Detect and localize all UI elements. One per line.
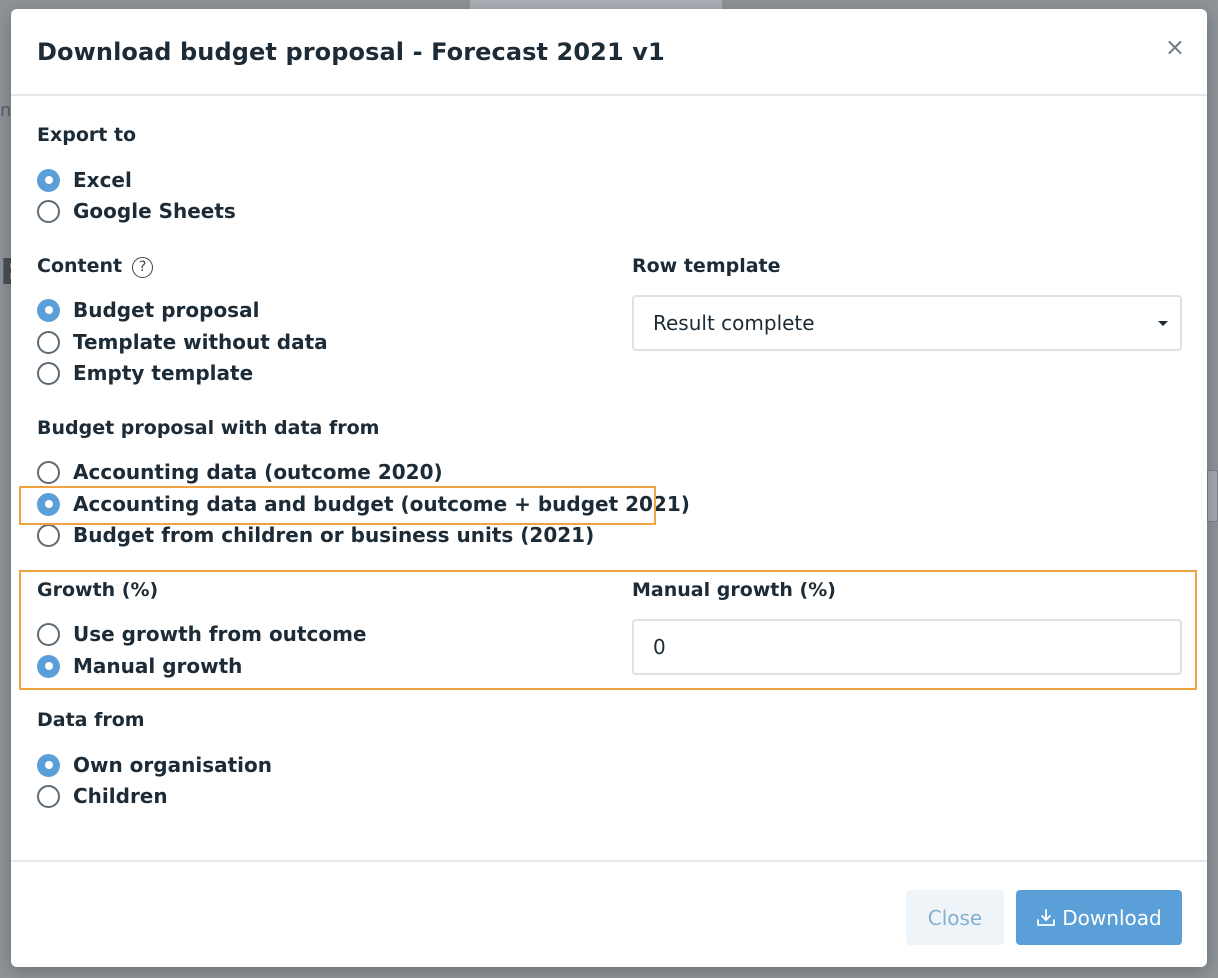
background-panel: [470, 0, 722, 9]
data-from-label: Data from: [37, 709, 145, 731]
manual-growth-input[interactable]: [632, 619, 1182, 675]
radio-button[interactable]: [37, 199, 60, 223]
radio-button-checked[interactable]: [37, 168, 60, 192]
radio-label: Accounting data and budget (outcome + bu…: [73, 492, 690, 516]
radio-data-children[interactable]: Children: [37, 783, 168, 809]
modal-title: Download budget proposal - Forecast 2021…: [37, 38, 665, 66]
radio-content-empty-template[interactable]: Empty template: [37, 360, 253, 386]
radio-source-accounting-and-budget[interactable]: Accounting data and budget (outcome + bu…: [37, 491, 690, 517]
row-template-value: Result complete: [653, 311, 815, 335]
radio-label: Template without data: [73, 330, 328, 354]
radio-content-budget-proposal[interactable]: Budget proposal: [37, 297, 259, 323]
manual-growth-label: Manual growth (%): [632, 579, 836, 601]
radio-button-checked[interactable]: [37, 753, 60, 777]
radio-content-template-without-data[interactable]: Template without data: [37, 329, 328, 355]
radio-label: Excel: [73, 168, 132, 192]
close-button[interactable]: Close: [906, 890, 1004, 945]
radio-label: Use growth from outcome: [73, 622, 367, 646]
data-source-label: Budget proposal with data from: [37, 417, 380, 439]
radio-button-checked[interactable]: [37, 298, 60, 322]
background-tab-fragment: [1207, 470, 1218, 522]
download-button-label: Download: [1062, 905, 1162, 930]
radio-source-children-budget[interactable]: Budget from children or business units (…: [37, 522, 594, 548]
radio-button-checked[interactable]: [37, 492, 60, 516]
radio-label: Budget proposal: [73, 298, 260, 322]
download-icon: [1037, 908, 1056, 926]
radio-button[interactable]: [37, 784, 60, 808]
radio-label: Empty template: [73, 361, 254, 385]
radio-button[interactable]: [37, 460, 60, 484]
radio-label: Manual growth: [73, 654, 243, 678]
radio-button[interactable]: [37, 523, 60, 547]
radio-label: Accounting data (outcome 2020): [73, 460, 443, 484]
radio-data-own-organisation[interactable]: Own organisation: [37, 752, 272, 778]
download-button[interactable]: Download: [1016, 890, 1182, 945]
export-to-label: Export to: [37, 124, 137, 146]
radio-button-checked[interactable]: [37, 654, 60, 678]
modal-footer: Close Download: [11, 860, 1207, 967]
content-label: Content?: [37, 255, 154, 278]
radio-export-google-sheets[interactable]: Google Sheets: [37, 198, 236, 224]
help-icon[interactable]: ?: [132, 256, 154, 278]
radio-source-accounting[interactable]: Accounting data (outcome 2020): [37, 459, 443, 485]
row-template-label: Row template: [632, 255, 781, 277]
caret-down-icon: [1158, 321, 1168, 326]
close-icon[interactable]: ×: [1165, 35, 1185, 59]
download-budget-modal: Download budget proposal - Forecast 2021…: [11, 9, 1207, 967]
radio-button[interactable]: [37, 361, 60, 385]
row-template-select[interactable]: Result complete: [632, 295, 1182, 351]
growth-label: Growth (%): [37, 579, 159, 601]
modal-header: Download budget proposal - Forecast 2021…: [11, 9, 1207, 96]
radio-growth-from-outcome[interactable]: Use growth from outcome: [37, 621, 366, 647]
content-label-text: Content: [37, 255, 123, 277]
radio-button[interactable]: [37, 330, 60, 354]
radio-export-excel[interactable]: Excel: [37, 167, 132, 193]
radio-label: Children: [73, 784, 168, 808]
radio-label: Budget from children or business units (…: [73, 523, 595, 547]
radio-label: Own organisation: [73, 753, 272, 777]
radio-growth-manual[interactable]: Manual growth: [37, 653, 242, 679]
radio-label: Google Sheets: [73, 199, 236, 223]
radio-button[interactable]: [37, 622, 60, 646]
